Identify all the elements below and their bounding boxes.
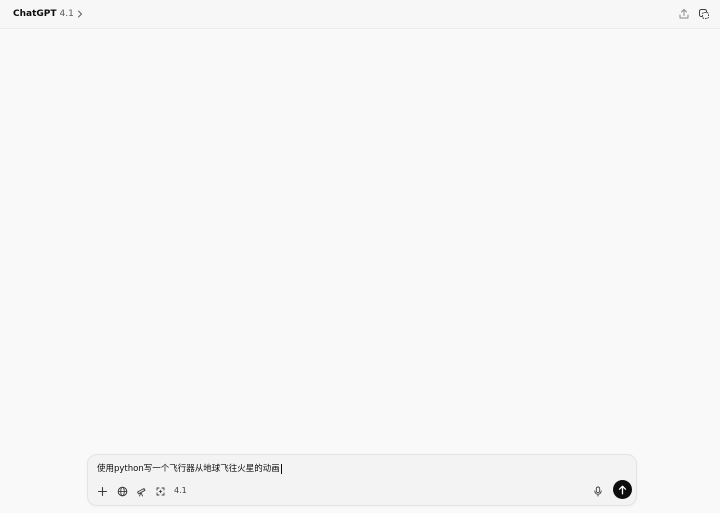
top-bar: ChatGPT 4.1 bbox=[0, 0, 720, 29]
send-button[interactable] bbox=[613, 480, 632, 499]
create-image-button[interactable] bbox=[152, 483, 168, 499]
chevron-right-icon bbox=[77, 10, 83, 18]
temporary-chat-button[interactable] bbox=[696, 6, 712, 22]
microphone-icon bbox=[593, 486, 603, 497]
model-selector-chip[interactable]: 4.1 bbox=[170, 483, 191, 499]
add-attachment-button[interactable] bbox=[94, 483, 110, 499]
share-icon bbox=[678, 8, 690, 20]
model-version: 4.1 bbox=[59, 9, 74, 19]
chat-page: ChatGPT 4.1 使用python写一个飞行器从地球飞往火星的动画 4.1 bbox=[0, 0, 720, 513]
share-button[interactable] bbox=[676, 6, 692, 22]
temporary-chat-icon bbox=[698, 8, 710, 20]
telescope-icon bbox=[136, 486, 147, 497]
text-caret bbox=[280, 463, 282, 474]
web-search-button[interactable] bbox=[114, 483, 130, 499]
image-sparkle-icon bbox=[155, 486, 166, 497]
prompt-input[interactable]: 使用python写一个飞行器从地球飞往火星的动画 bbox=[97, 462, 597, 476]
dictate-button[interactable] bbox=[590, 483, 606, 499]
arrow-up-icon bbox=[618, 485, 627, 495]
model-switcher-button[interactable]: ChatGPT 4.1 bbox=[10, 4, 86, 24]
globe-icon bbox=[117, 486, 128, 497]
deep-research-button[interactable] bbox=[133, 483, 149, 499]
message-composer: 使用python写一个飞行器从地球飞往火星的动画 4.1 bbox=[87, 454, 637, 506]
plus-icon bbox=[97, 486, 108, 497]
app-name: ChatGPT bbox=[13, 9, 57, 19]
prompt-text: 使用python写一个飞行器从地球飞往火星的动画 bbox=[97, 464, 280, 474]
